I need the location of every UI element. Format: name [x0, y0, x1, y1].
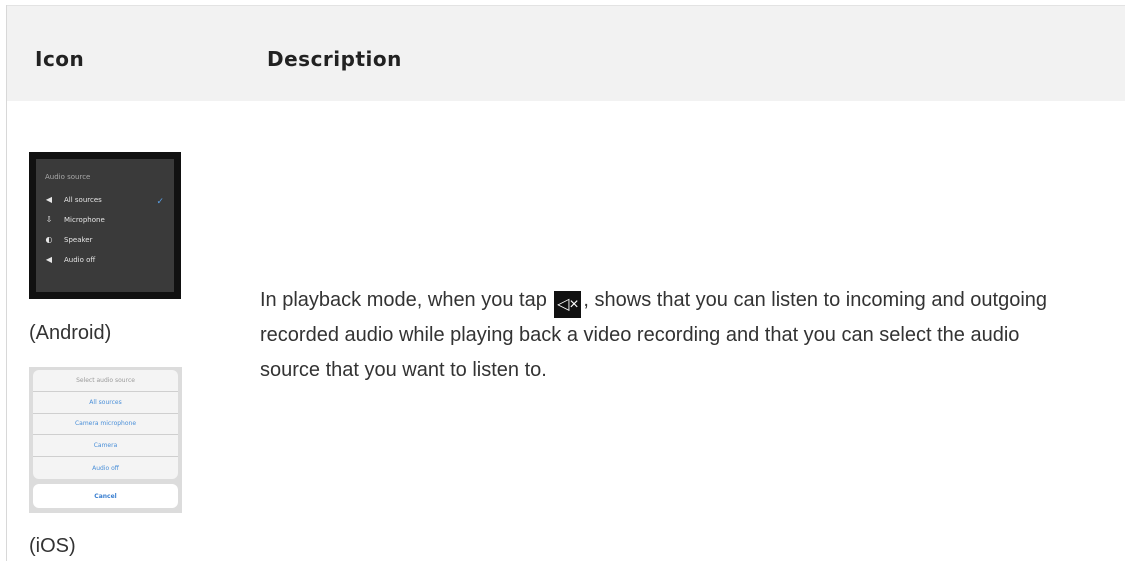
- android-menu-item: ◀ Audio off: [42, 255, 95, 264]
- ios-cancel-button: Cancel: [33, 484, 178, 508]
- android-menu-item-label: All sources: [64, 195, 102, 204]
- table-header-row: Icon Description: [7, 5, 1125, 101]
- icon-column-header: Icon: [35, 47, 85, 71]
- microphone-icon: ⇩: [45, 215, 53, 224]
- android-audio-source-screenshot: Audio source ✓ ◀ All sources ⇩ Microphon…: [29, 152, 181, 299]
- android-menu-item-label: Speaker: [64, 235, 93, 244]
- android-menu-item: ◐ Speaker: [42, 235, 93, 244]
- ios-sheet-option: Camera microphone: [33, 414, 178, 436]
- android-menu-item-label: Audio off: [64, 255, 96, 264]
- description-text-start: In playback mode, when you tap: [260, 289, 553, 311]
- android-caption: (Android): [29, 322, 112, 344]
- ios-caption: (iOS): [29, 535, 76, 557]
- speaker-icon: ◀: [45, 195, 53, 204]
- ios-sheet-option: Camera: [33, 435, 178, 458]
- description-column-header: Description: [267, 47, 402, 71]
- ios-action-sheet: Select audio source All sources Camera m…: [33, 370, 178, 479]
- ios-sheet-option: All sources: [33, 392, 178, 414]
- android-menu-item: ⇩ Microphone: [42, 215, 105, 224]
- speaker-mute-icon: ◁×: [554, 291, 582, 318]
- ios-audio-source-screenshot: Select audio source All sources Camera m…: [29, 367, 182, 513]
- ios-sheet-option: Audio off: [92, 464, 119, 472]
- android-menu-title: Audio source: [45, 173, 91, 181]
- audio-off-icon: ◀: [45, 255, 53, 264]
- checkmark-icon: ✓: [156, 197, 164, 207]
- speaker-alt-icon: ◐: [45, 235, 53, 244]
- row-description: In playback mode, when you tap ◁×, shows…: [260, 283, 1080, 388]
- android-menu-item: ◀ All sources: [42, 195, 102, 204]
- android-menu-item-label: Microphone: [64, 215, 105, 224]
- ios-sheet-title: Select audio source: [33, 370, 178, 392]
